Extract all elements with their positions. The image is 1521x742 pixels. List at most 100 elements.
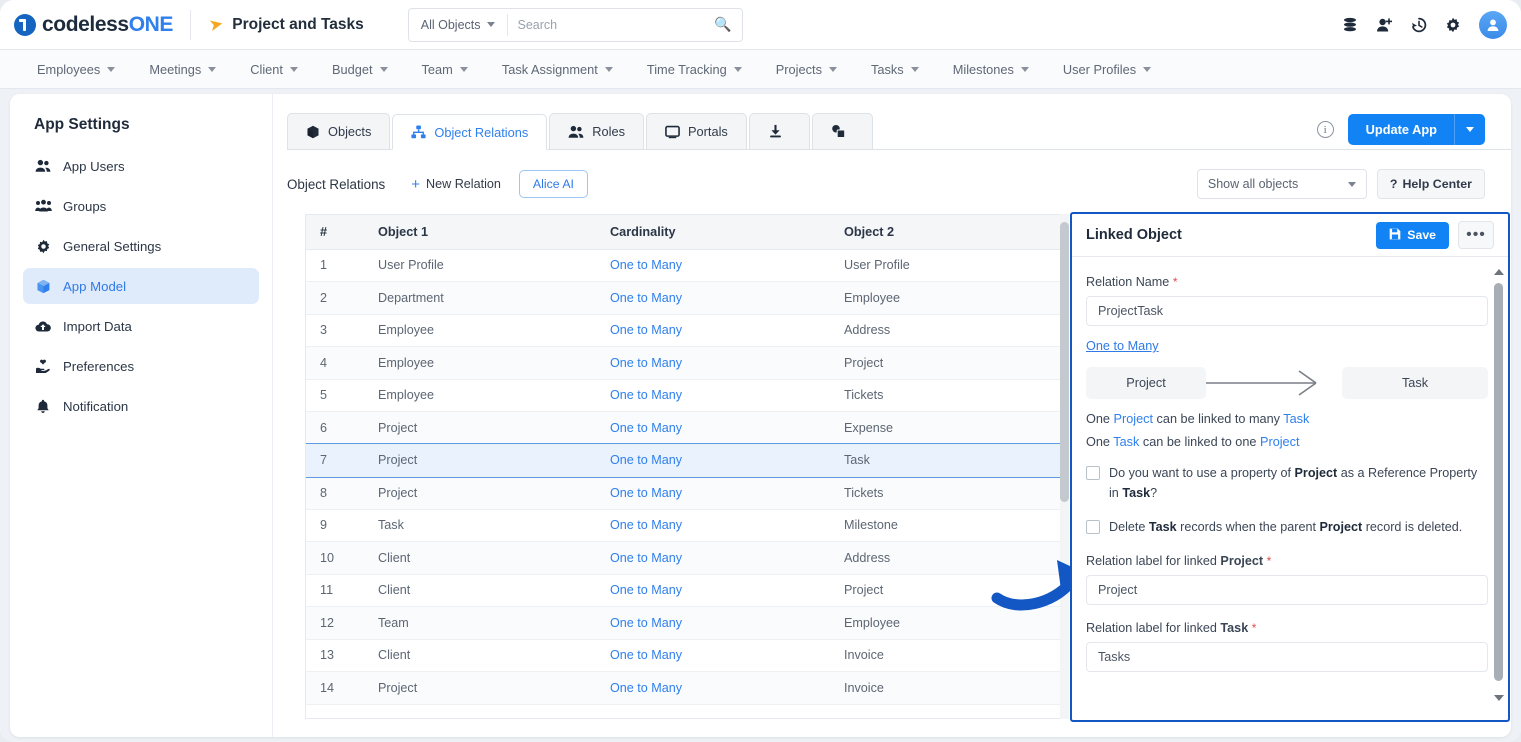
diagram-box-right[interactable]: Task bbox=[1342, 367, 1488, 399]
table-row[interactable]: 8 Project One to Many Tickets bbox=[306, 476, 1060, 510]
cascade-delete-checkbox[interactable] bbox=[1086, 520, 1100, 535]
database-icon[interactable] bbox=[1342, 17, 1358, 33]
new-relation-button[interactable]: + New Relation bbox=[411, 176, 501, 193]
panel-scrollbar-thumb[interactable] bbox=[1494, 283, 1503, 681]
menu-item-meetings[interactable]: Meetings bbox=[132, 50, 233, 89]
cell-cardinality[interactable]: One to Many bbox=[596, 444, 830, 477]
table-row[interactable]: 14 Project One to Many Invoice bbox=[306, 671, 1060, 705]
table-row[interactable]: 10 Client One to Many Address bbox=[306, 541, 1060, 575]
scroll-down-arrow-icon[interactable] bbox=[1494, 695, 1504, 701]
search-icon[interactable]: 🔍 bbox=[714, 16, 741, 33]
task-label-pre: Relation label for linked bbox=[1086, 620, 1221, 635]
gear-icon[interactable] bbox=[1445, 17, 1461, 33]
sidebar-item-preferences[interactable]: Preferences bbox=[23, 348, 259, 384]
app-title[interactable]: ➤ Project and Tasks bbox=[191, 0, 382, 50]
tab-objects[interactable]: Objects bbox=[287, 113, 391, 149]
update-app-button[interactable]: Update App bbox=[1347, 114, 1485, 145]
table-row[interactable]: 11 Client One to Many Project bbox=[306, 574, 1060, 607]
cell-cardinality[interactable]: One to Many bbox=[596, 281, 830, 315]
tab-download[interactable] bbox=[748, 113, 810, 149]
table-row[interactable]: 3 Employee One to Many Address bbox=[306, 314, 1060, 347]
sidebar-item-app-users[interactable]: App Users bbox=[23, 148, 259, 184]
avatar[interactable] bbox=[1479, 11, 1507, 39]
cell-cardinality[interactable]: One to Many bbox=[596, 639, 830, 672]
more-options-button[interactable]: ••• bbox=[1458, 221, 1494, 249]
search-bar[interactable]: All Objects 🔍 bbox=[407, 7, 743, 42]
chk1-bold1: Project bbox=[1294, 466, 1338, 480]
col-header-object1[interactable]: Object 1 bbox=[364, 215, 596, 250]
table-row[interactable]: 1 User Profile One to Many User Profile bbox=[306, 249, 1060, 282]
tab-shapes[interactable] bbox=[811, 113, 873, 149]
save-button[interactable]: Save bbox=[1376, 221, 1449, 249]
sidebar-item-groups[interactable]: Groups bbox=[23, 188, 259, 224]
brand-logo[interactable]: codelessONE bbox=[0, 0, 190, 50]
menu-item-projects[interactable]: Projects bbox=[759, 50, 854, 89]
relation-name-input[interactable]: ProjectTask bbox=[1086, 296, 1488, 326]
history-icon[interactable] bbox=[1411, 17, 1427, 33]
tab-portals[interactable]: Portals bbox=[646, 113, 747, 149]
menu-item-client[interactable]: Client bbox=[233, 50, 315, 89]
table-row-selected[interactable]: 7 Project One to Many Task bbox=[306, 443, 1060, 478]
project-label-input[interactable]: Project bbox=[1086, 574, 1488, 605]
scroll-up-arrow-icon[interactable] bbox=[1494, 269, 1504, 275]
update-app-dropdown[interactable] bbox=[1455, 127, 1485, 132]
table-row[interactable]: 12 Team One to Many Employee bbox=[306, 606, 1060, 640]
cell-cardinality[interactable]: One to Many bbox=[596, 541, 830, 575]
task-label-object: Task bbox=[1220, 620, 1249, 635]
reference-property-checkbox[interactable] bbox=[1086, 466, 1100, 480]
search-scope-dropdown[interactable]: All Objects bbox=[409, 9, 507, 41]
cell-cardinality[interactable]: One to Many bbox=[596, 411, 830, 445]
menu-item-milestones[interactable]: Milestones bbox=[936, 50, 1046, 89]
cell-cardinality[interactable]: One to Many bbox=[596, 671, 830, 705]
diagram-box-left[interactable]: Project bbox=[1086, 367, 1206, 399]
sidebar-item-app-model[interactable]: App Model bbox=[23, 268, 259, 304]
info-icon[interactable]: i bbox=[1316, 121, 1334, 138]
col-header-number[interactable]: # bbox=[306, 215, 364, 250]
cell-object1: Project bbox=[364, 411, 596, 445]
table-row[interactable]: 6 Project One to Many Expense bbox=[306, 411, 1060, 445]
search-input[interactable] bbox=[507, 8, 715, 41]
cardinality-link[interactable]: One to Many bbox=[1086, 339, 1159, 353]
save-label: Save bbox=[1407, 228, 1436, 242]
task-label-input[interactable]: Tasks bbox=[1086, 641, 1488, 672]
sidebar-item-general-settings[interactable]: General Settings bbox=[23, 228, 259, 264]
new-relation-label: New Relation bbox=[426, 177, 501, 191]
menu-item-team[interactable]: Team bbox=[405, 50, 485, 89]
add-user-icon[interactable] bbox=[1376, 17, 1393, 33]
table-row[interactable]: 13 Client One to Many Invoice bbox=[306, 639, 1060, 672]
reference-property-option[interactable]: Do you want to use a property of Project… bbox=[1086, 464, 1488, 503]
tab-roles[interactable]: Roles bbox=[549, 113, 644, 149]
alice-ai-button[interactable]: Alice AI bbox=[518, 170, 588, 198]
menu-item-task-assignment[interactable]: Task Assignment bbox=[485, 50, 630, 89]
cell-cardinality[interactable]: One to Many bbox=[596, 314, 830, 347]
table-row[interactable]: 2 Department One to Many Employee bbox=[306, 281, 1060, 315]
sidebar-item-import-data[interactable]: Import Data bbox=[23, 308, 259, 344]
cell-cardinality[interactable]: One to Many bbox=[596, 476, 830, 510]
help-center-button[interactable]: ? Help Center bbox=[1376, 169, 1485, 199]
col-header-cardinality[interactable]: Cardinality bbox=[596, 215, 830, 250]
cell-cardinality[interactable]: One to Many bbox=[596, 379, 830, 412]
table-scrollbar-thumb[interactable] bbox=[1060, 222, 1069, 502]
table-row[interactable]: 9 Task One to Many Milestone bbox=[306, 509, 1060, 542]
chevron-down-icon bbox=[1020, 66, 1029, 72]
sidebar-item-notification[interactable]: Notification bbox=[23, 388, 259, 424]
cell-cardinality[interactable]: One to Many bbox=[596, 249, 830, 282]
table-row[interactable]: 4 Employee One to Many Project bbox=[306, 346, 1060, 380]
table-row[interactable]: 5 Employee One to Many Tickets bbox=[306, 379, 1060, 412]
menu-item-user-profiles[interactable]: User Profiles bbox=[1046, 50, 1168, 89]
tab-object-relations[interactable]: Object Relations bbox=[392, 114, 548, 150]
menu-item-budget[interactable]: Budget bbox=[315, 50, 405, 89]
cell-cardinality[interactable]: One to Many bbox=[596, 606, 830, 640]
panel-scrollbar[interactable] bbox=[1494, 269, 1504, 701]
menu-item-tasks[interactable]: Tasks bbox=[854, 50, 936, 89]
cell-cardinality[interactable]: One to Many bbox=[596, 509, 830, 542]
menu-item-employees[interactable]: Employees bbox=[20, 50, 132, 89]
show-objects-select[interactable]: Show all objects bbox=[1196, 169, 1367, 199]
cell-cardinality[interactable]: One to Many bbox=[596, 346, 830, 380]
cascade-delete-option[interactable]: Delete Task records when the parent Proj… bbox=[1086, 518, 1488, 538]
menu-item-time-tracking[interactable]: Time Tracking bbox=[630, 50, 759, 89]
col-header-object2[interactable]: Object 2 bbox=[830, 215, 1060, 250]
group-icon bbox=[34, 199, 52, 213]
cell-object1: Project bbox=[364, 671, 596, 705]
cell-cardinality[interactable]: One to Many bbox=[596, 574, 830, 607]
